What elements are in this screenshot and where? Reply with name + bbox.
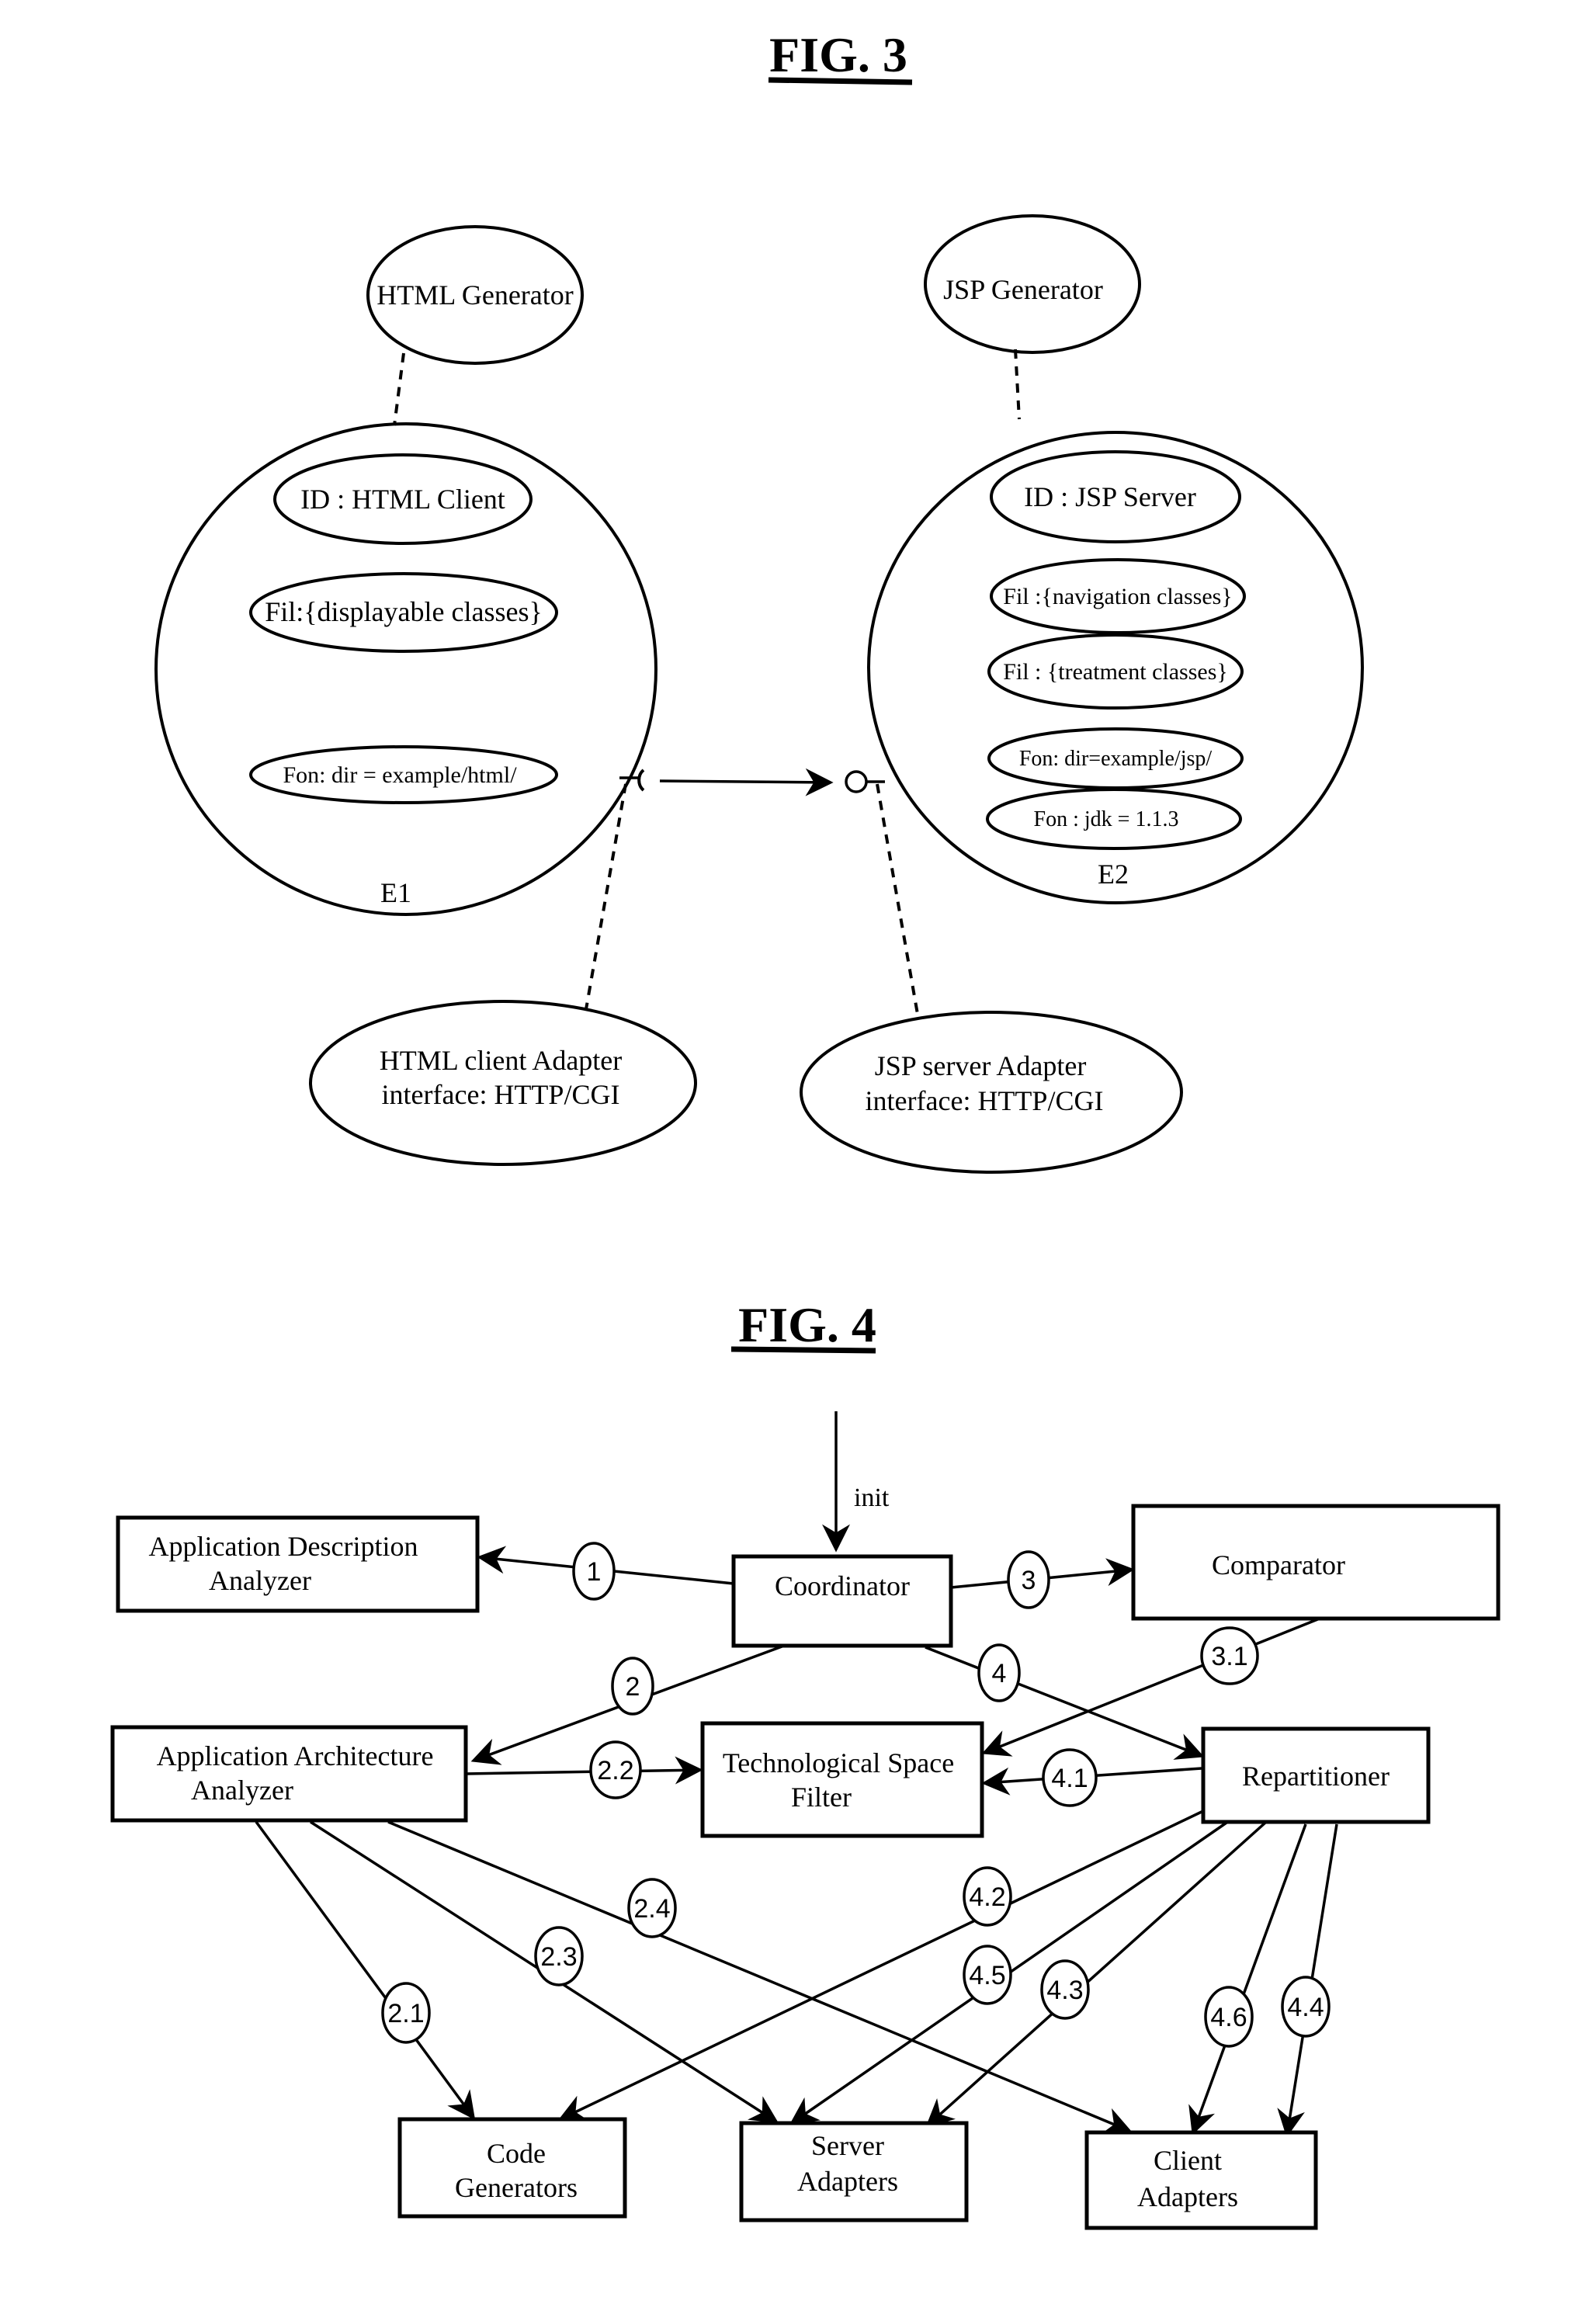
box-comparator: Comparator: [1131, 1504, 1501, 1621]
e1-to-e2-arrow: [659, 768, 834, 796]
code-gen-line2: Generators: [455, 2172, 578, 2203]
step-4-5-label: 4.5: [969, 1961, 1005, 1990]
step-4-6-label: 4.6: [1210, 2003, 1247, 2032]
e2-id-label: ID : JSP Server: [1024, 481, 1196, 512]
step-4-5: 4.5: [963, 1945, 1012, 2005]
fig4-title: FIG. 4: [738, 1297, 876, 1352]
step-4: 4: [977, 1643, 1021, 1702]
e2-fon-dir-label: Fon: dir=example/jsp/: [1019, 747, 1213, 771]
e2-fon-jdk-label: Fon : jdk = 1.1.3: [1034, 807, 1179, 831]
fig4-title-underline: [730, 1346, 876, 1354]
e2-fil-nav-label: Fil :{navigation classes}: [1003, 584, 1232, 609]
e1-label: E1: [380, 877, 411, 908]
step-4-4-label: 4.4: [1287, 1993, 1324, 2022]
e1-fil-label: Fil:{displayable classes}: [265, 596, 543, 627]
tech-filter-line1: Technological Space: [723, 1747, 954, 1778]
client-adapters-line1: Client: [1154, 2145, 1222, 2176]
box-coordinator: Coordinator: [731, 1554, 953, 1648]
step-2-4: 2.4: [627, 1878, 677, 1938]
client-adapters-line2: Adapters: [1137, 2181, 1238, 2212]
server-adapters-line1: Server: [811, 2130, 884, 2161]
jsp-generator-node: JSP Generator: [924, 214, 1141, 354]
step-3-label: 3: [1022, 1566, 1036, 1595]
step-4-2: 4.2: [963, 1866, 1012, 1927]
fig3-title-underline: [768, 77, 913, 85]
edge-2-4: [387, 1820, 1133, 2135]
step-3: 3: [1007, 1550, 1050, 1609]
box-repartitioner: Repartitioner: [1201, 1726, 1431, 1824]
jsp-adapter-name: JSP server Adapter: [875, 1050, 1087, 1081]
jsp-server-adapter-node: JSP server Adapter interface: HTTP/CGI: [800, 1011, 1183, 1174]
app-arch-line1: Application Architecture: [157, 1740, 434, 1771]
step-2-2-label: 2.2: [597, 1756, 633, 1785]
step-4-1: 4.1: [1042, 1748, 1098, 1807]
html-adapter-name: HTML client Adapter: [380, 1045, 623, 1076]
step-2-2: 2.2: [589, 1740, 642, 1799]
step-1-label: 1: [587, 1557, 602, 1587]
app-desc-line1: Application Description: [149, 1531, 418, 1562]
html-client-adapter-node: HTML client Adapter interface: HTTP/CGI: [309, 1000, 697, 1166]
app-arch-line2: Analyzer: [191, 1775, 293, 1806]
step-3-1-label: 3.1: [1211, 1642, 1247, 1671]
box-tech-space-filter: Technological Space Filter: [700, 1721, 984, 1838]
patent-drawing-sheet: FIG. 3 HTML Generator ID : HTML Client F…: [110, 27, 1501, 2230]
coordinator-label: Coordinator: [775, 1570, 910, 1601]
step-2-label: 2: [626, 1672, 640, 1702]
step-4-3: 4.3: [1040, 1959, 1090, 2020]
e2-node: ID : JSP Server Fil :{navigation classes…: [867, 431, 1364, 904]
step-4-4: 4.4: [1281, 1976, 1331, 2038]
step-4-label: 4: [992, 1659, 1007, 1688]
e2-label: E2: [1098, 859, 1129, 890]
step-1: 1: [572, 1542, 616, 1601]
box-app-arch-analyzer: Application Architecture Analyzer: [110, 1725, 468, 1823]
step-3-1: 3.1: [1200, 1626, 1259, 1685]
app-desc-line2: Analyzer: [209, 1565, 311, 1596]
jsp-adapter-interface: interface: HTTP/CGI: [866, 1085, 1104, 1116]
comparator-label: Comparator: [1212, 1549, 1345, 1580]
edge-2-1: [255, 1820, 476, 2120]
step-2-3: 2.3: [534, 1926, 584, 1986]
e1-id-label: ID : HTML Client: [300, 484, 505, 515]
html-adapter-interface: interface: HTTP/CGI: [382, 1079, 620, 1110]
step-2-3-label: 2.3: [540, 1942, 577, 1972]
e1-node: ID : HTML Client Fil:{displayable classe…: [154, 422, 657, 916]
code-gen-line1: Code: [487, 2138, 546, 2169]
figure-3: FIG. 3 HTML Generator ID : HTML Client F…: [154, 27, 1364, 1174]
tech-filter-line2: Filter: [791, 1782, 852, 1813]
html-generator-label: HTML Generator: [376, 279, 574, 311]
e1-fon-label: Fon: dir = example/html/: [283, 762, 517, 788]
edge-2-2: [465, 1756, 703, 1785]
html-generator-link: [393, 352, 405, 426]
step-4-6: 4.6: [1204, 1986, 1254, 2048]
box-app-desc-analyzer: Application Description Analyzer: [116, 1515, 480, 1613]
e2-adapter-link: [876, 783, 920, 1019]
html-generator-node: HTML Generator: [366, 225, 584, 365]
step-2: 2: [611, 1657, 654, 1716]
step-2-4-label: 2.4: [633, 1894, 670, 1924]
step-4-3-label: 4.3: [1046, 1976, 1083, 2005]
step-2-1: 2.1: [381, 1982, 431, 2044]
step-4-1-label: 4.1: [1051, 1764, 1088, 1793]
step-4-2-label: 4.2: [969, 1882, 1005, 1912]
init-label: init: [854, 1483, 890, 1512]
box-server-adapters: Server Adapters: [739, 2121, 969, 2222]
server-adapters-line2: Adapters: [797, 2166, 898, 2197]
figure-4: FIG. 4 init Application Description Anal…: [110, 1297, 1501, 2230]
box-code-generators: Code Generators: [397, 2117, 627, 2219]
jsp-generator-label: JSP Generator: [943, 274, 1103, 305]
box-client-adapters: Client Adapters: [1084, 2130, 1318, 2230]
repartitioner-label: Repartitioner: [1242, 1761, 1390, 1792]
fig3-title: FIG. 3: [769, 27, 907, 82]
jsp-generator-link: [1014, 349, 1021, 420]
step-2-1-label: 2.1: [387, 1999, 424, 2028]
e2-fil-treat-label: Fil : {treatment classes}: [1003, 659, 1228, 685]
